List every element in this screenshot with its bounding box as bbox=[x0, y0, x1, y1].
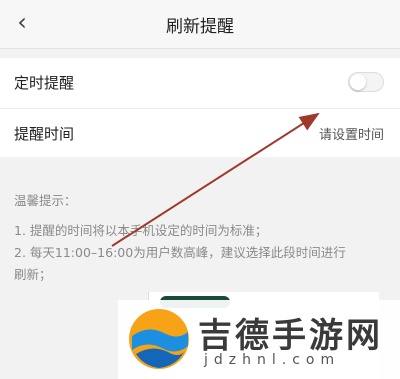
tips-section: 温馨提示： 1. 提醒的时间将以本手机设定的时间为标准； 2. 每天11:00–… bbox=[14, 190, 384, 286]
tips-line-1: 1. 提醒的时间将以本手机设定的时间为标准； bbox=[14, 223, 268, 238]
toggle-knob bbox=[350, 74, 366, 90]
timer-reminder-row: 定时提醒 bbox=[0, 58, 400, 109]
nav-bar: ‹ 刷新提醒 bbox=[0, 0, 400, 49]
timer-reminder-toggle[interactable] bbox=[348, 72, 384, 92]
watermark-name: 吉德手游网 bbox=[198, 316, 383, 356]
reminder-time-row[interactable]: 提醒时间 请设置时间 bbox=[0, 109, 400, 157]
set-time-link[interactable]: 请设置时间 bbox=[319, 124, 384, 143]
timer-reminder-label: 定时提醒 bbox=[14, 74, 75, 92]
site-logo-icon bbox=[129, 309, 189, 369]
page-title: 刷新提醒 bbox=[166, 17, 234, 37]
watermark-domain: jdzhnl.com bbox=[204, 352, 341, 368]
tips-title: 温馨提示： bbox=[14, 193, 77, 208]
reminder-time-label: 提醒时间 bbox=[14, 125, 75, 143]
tips-line-2: 2. 每天11:00–16:00为用户数高峰，建议选择此段时间进行 bbox=[14, 245, 346, 260]
tips-line-3: 刷新； bbox=[14, 267, 52, 282]
watermark: 吉德手游网 jdzhnl.com bbox=[118, 300, 400, 379]
